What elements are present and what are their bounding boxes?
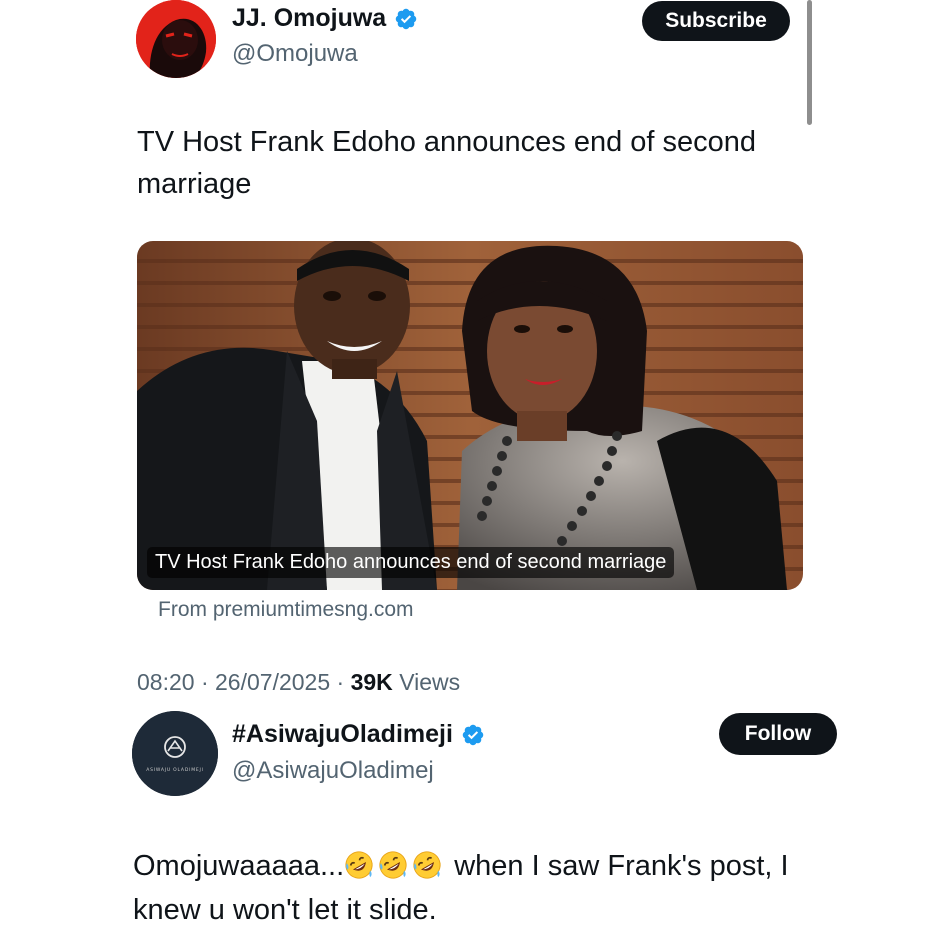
tweet-text: TV Host Frank Edoho announces end of sec…	[137, 126, 757, 200]
rolling-laughing-emoji-icon	[413, 851, 441, 879]
subscribe-button[interactable]: Subscribe	[642, 1, 790, 41]
card-source[interactable]: From premiumtimesng.com	[158, 598, 414, 622]
author-name-text[interactable]: JJ. Omojuwa	[232, 4, 386, 33]
verified-badge-icon	[395, 8, 417, 29]
card-caption: TV Host Frank Edoho announces end of sec…	[147, 547, 675, 578]
rolling-laughing-emoji-icon	[345, 851, 373, 879]
separator-dot: ·	[336, 669, 351, 695]
photo-illustration	[137, 241, 803, 590]
scrollbar[interactable]	[807, 0, 812, 125]
views-label: Views	[399, 669, 461, 695]
separator-dot: ·	[200, 669, 216, 695]
emoji-group	[344, 850, 446, 882]
reply-author-name-text[interactable]: #AsiwajuOladimeji	[232, 720, 453, 749]
link-card-image[interactable]: TV Host Frank Edoho announces end of sec…	[137, 241, 803, 590]
follow-button[interactable]: Follow	[719, 713, 837, 755]
verified-badge-icon	[462, 724, 484, 745]
author-handle[interactable]: @Omojuwa	[232, 40, 358, 68]
reply-author-handle[interactable]: @AsiwajuOladimej	[232, 757, 434, 785]
reply-author-avatar[interactable]: ASIWAJU OLADIMEJI	[132, 711, 218, 796]
author-avatar[interactable]	[136, 0, 216, 78]
views-count: 39K	[350, 669, 393, 695]
svg-text:ASIWAJU OLADIMEJI: ASIWAJU OLADIMEJI	[146, 767, 204, 773]
reply-author-name[interactable]: #AsiwajuOladimeji	[232, 720, 485, 749]
tweet-time[interactable]: 08:20	[137, 669, 195, 695]
author-name[interactable]: JJ. Omojuwa	[232, 4, 418, 33]
reply-text-start: Omojuwaaaaa...	[133, 850, 345, 882]
tweet-date[interactable]: 26/07/2025	[215, 669, 330, 695]
reply-text: Omojuwaaaaa... when I saw Frank's post, …	[133, 844, 833, 932]
tweet-meta: 08:20 · 26/07/2025 · 39K Views	[137, 669, 460, 696]
rolling-laughing-emoji-icon	[379, 851, 407, 879]
